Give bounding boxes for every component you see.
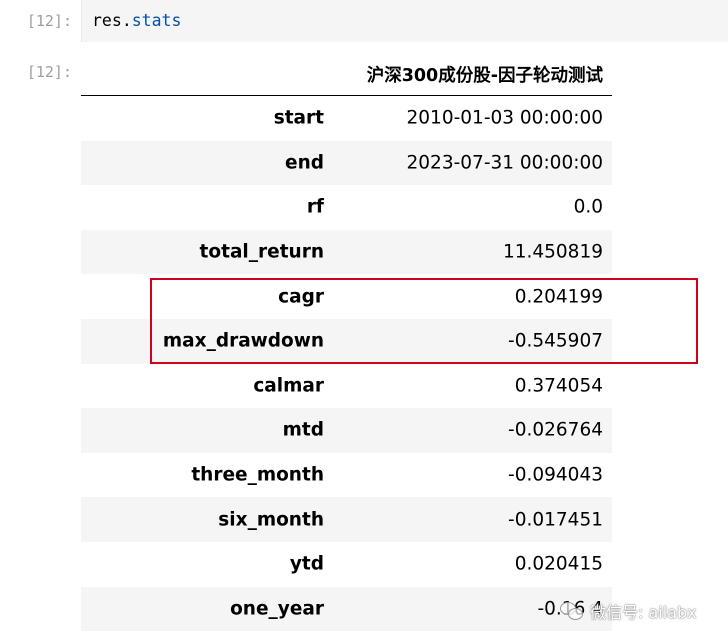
- table-row: rf 0.0: [81, 185, 612, 230]
- table-row: calmar 0.374054: [81, 364, 612, 409]
- input-prompt: [12]:: [26, 12, 72, 30]
- code-object: res: [92, 11, 122, 30]
- code-dot: .: [121, 11, 132, 30]
- row-key: start: [273, 107, 324, 129]
- row-value: 2010-01-03 00:00:00: [406, 107, 603, 129]
- row-value: 2023-07-31 00:00:00: [406, 152, 603, 174]
- row-key: mtd: [282, 419, 324, 441]
- table-row: max_drawdown -0.545907: [81, 318, 612, 364]
- code-attribute: stats: [131, 11, 182, 30]
- row-key: one_year: [230, 598, 324, 620]
- table-row: start 2010-01-03 00:00:00: [81, 96, 612, 141]
- wechat-icon: [560, 601, 584, 621]
- table-column-header: 沪深300成份股-因子轮动测试: [81, 52, 612, 96]
- row-value: 0.374054: [514, 375, 603, 397]
- row-value: -0.094043: [508, 464, 603, 486]
- output-prompt: [12]:: [26, 63, 72, 81]
- table-row: end 2023-07-31 00:00:00: [81, 140, 612, 186]
- row-value: 11.450819: [502, 241, 603, 263]
- row-key: six_month: [218, 509, 324, 531]
- row-key: max_drawdown: [162, 330, 324, 352]
- row-value: 0.020415: [514, 553, 603, 575]
- table-row: mtd -0.026764: [81, 408, 612, 453]
- column-header-label: 沪深300成份股-因子轮动测试: [366, 66, 603, 86]
- code-line: res.stats: [92, 11, 181, 30]
- row-value: 0.0: [573, 196, 603, 218]
- row-key: calmar: [253, 375, 324, 397]
- table-row: total_return 11.450819: [81, 229, 612, 275]
- row-key: total_return: [199, 241, 324, 263]
- row-key: cagr: [278, 286, 324, 308]
- row-value: 0.204199: [514, 286, 603, 308]
- table-row: cagr 0.204199: [81, 274, 612, 319]
- watermark-text: 微信号: ailabx: [590, 603, 697, 622]
- row-value: -0.026764: [508, 419, 603, 441]
- row-value: -0.545907: [508, 330, 603, 352]
- table-row: ytd 0.020415: [81, 542, 612, 587]
- row-key: ytd: [289, 553, 324, 575]
- table-row: one_year -0.16 4: [81, 586, 612, 632]
- stats-table: 沪深300成份股-因子轮动测试 start 2010-01-03 00:00:0…: [81, 52, 612, 632]
- table-row: six_month -0.017451: [81, 497, 612, 542]
- row-key: three_month: [191, 464, 324, 486]
- table-row: three_month -0.094043: [81, 453, 612, 498]
- watermark: 微信号: ailabx: [560, 598, 697, 624]
- code-input-cell[interactable]: res.stats: [81, 0, 728, 42]
- row-value: -0.017451: [508, 509, 603, 531]
- row-key: rf: [306, 196, 324, 218]
- row-key: end: [285, 152, 324, 174]
